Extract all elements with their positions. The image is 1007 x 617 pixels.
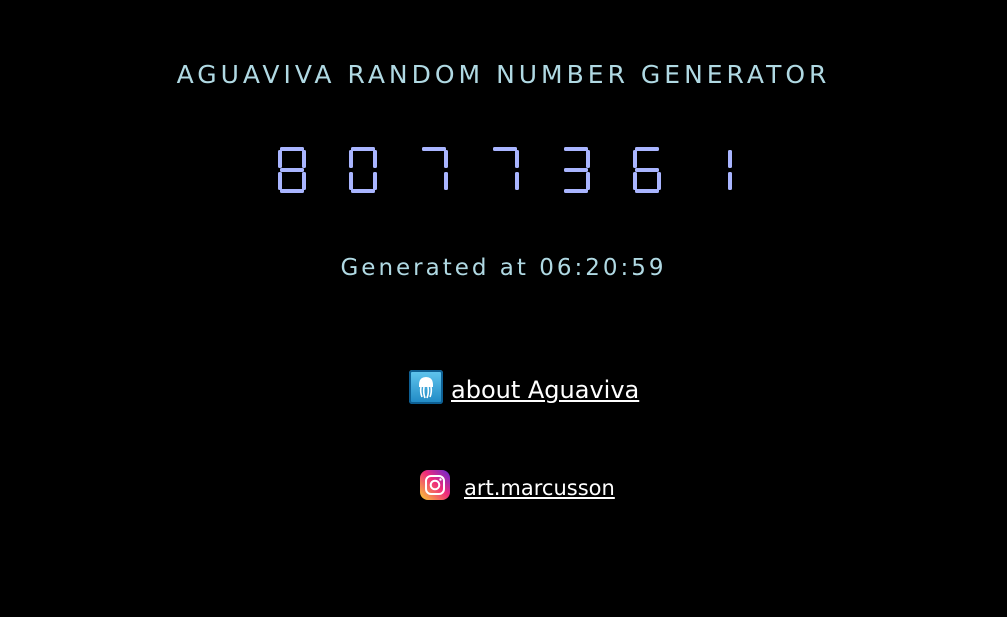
- instagram-handle-link[interactable]: art.marcusson: [464, 476, 615, 500]
- segment-e: [633, 172, 637, 190]
- instagram-link-group[interactable]: art.marcusson: [420, 470, 615, 500]
- segment-b: [302, 150, 306, 168]
- segment-g: [280, 168, 304, 172]
- segment-c: [302, 172, 306, 190]
- segment-g: [564, 168, 588, 172]
- segment-b: [373, 150, 377, 168]
- segment-c: [657, 172, 661, 190]
- digit-5: [564, 147, 590, 193]
- segment-b: [444, 150, 448, 168]
- segment-c: [728, 172, 732, 190]
- segment-d: [635, 189, 659, 193]
- segment-g: [635, 168, 659, 172]
- generated-timestamp: Generated at 06:20:59: [340, 255, 667, 281]
- segment-b: [515, 150, 519, 168]
- segment-c: [515, 172, 519, 190]
- segment-a: [635, 147, 659, 151]
- digit-6: [633, 147, 661, 193]
- segment-f: [633, 150, 637, 168]
- segment-d: [564, 189, 588, 193]
- page-title: AGUAVIVA RANDOM NUMBER GENERATOR: [176, 60, 831, 89]
- digit-2: [349, 147, 377, 193]
- segment-c: [444, 172, 448, 190]
- segment-d: [351, 189, 375, 193]
- segment-f: [278, 150, 282, 168]
- digit-7: [728, 150, 732, 190]
- digit-4: [493, 147, 519, 190]
- instagram-icon[interactable]: [420, 470, 450, 500]
- about-aguaviva-link[interactable]: about Aguaviva: [451, 376, 639, 404]
- segment-c: [586, 172, 590, 190]
- segment-b: [728, 150, 732, 168]
- segment-c: [373, 172, 377, 190]
- segment-d: [280, 189, 304, 193]
- segment-e: [278, 172, 282, 190]
- segment-a: [493, 147, 517, 151]
- jellyfish-icon[interactable]: [409, 370, 443, 404]
- segment-e: [349, 172, 353, 190]
- digit-3: [422, 147, 448, 190]
- segment-b: [586, 150, 590, 168]
- segment-a: [280, 147, 304, 151]
- segment-f: [349, 150, 353, 168]
- random-number-display: [275, 145, 735, 205]
- about-link-group[interactable]: about Aguaviva: [409, 370, 639, 404]
- segment-a: [422, 147, 446, 151]
- segment-a: [564, 147, 588, 151]
- segment-a: [351, 147, 375, 151]
- digit-1: [278, 147, 306, 193]
